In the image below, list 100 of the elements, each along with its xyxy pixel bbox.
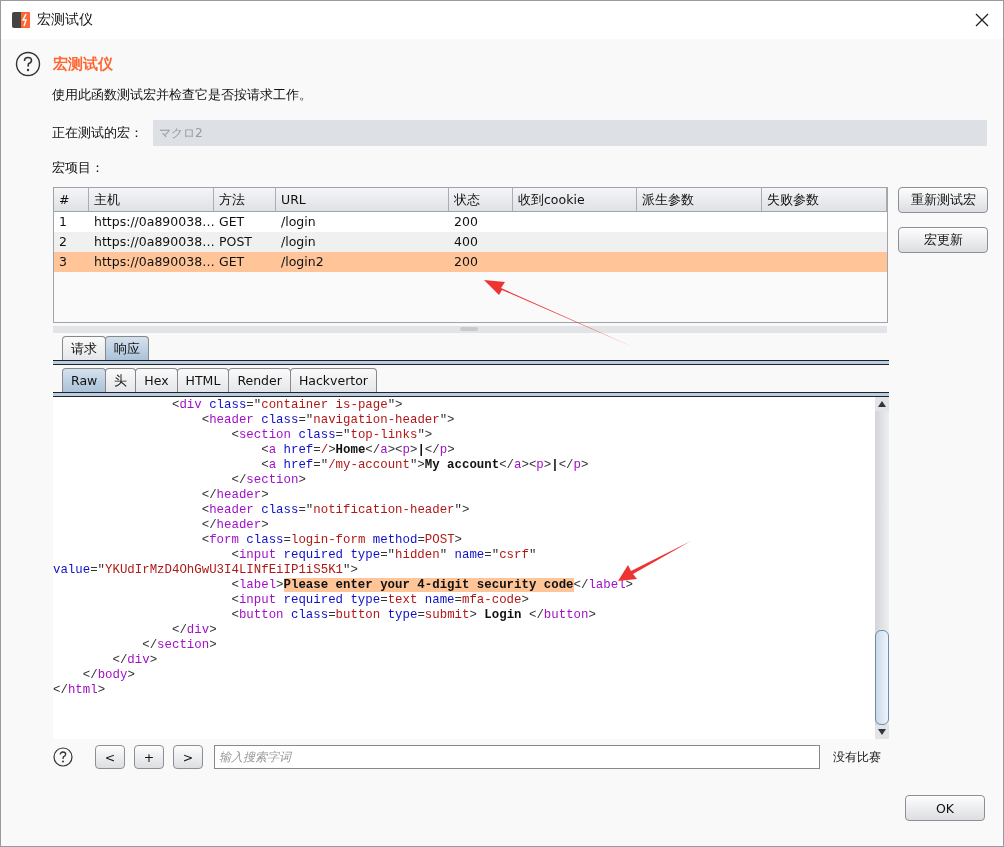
code-punctuation: =" [298,413,314,427]
close-icon[interactable] [975,13,989,27]
column-header[interactable]: 主机 [89,188,214,211]
field-label: 正在测试的宏： [52,124,143,142]
column-header[interactable]: 收到cookie [513,188,637,211]
column-header[interactable]: 派生参数 [637,188,762,211]
column-header[interactable]: # [54,188,89,211]
app-icon [11,10,31,30]
code-punctuation: > [149,653,158,667]
column-header[interactable]: URL [276,188,449,211]
code-punctuation: </ [527,608,544,622]
tab[interactable]: 头 [105,368,137,392]
code-punctuation: = [313,443,321,457]
scroll-down-icon[interactable] [875,725,889,739]
code-punctuation: </ [81,668,98,682]
code-text: My account [424,458,500,472]
code-punctuation: </ [558,458,574,472]
table-cell-text: /login [280,233,317,251]
match-status: 没有比赛 [833,748,881,766]
code-punctuation: > [328,443,336,457]
search-field[interactable]: 输入搜索字词 [214,745,820,769]
code-punctuation: > [127,668,135,682]
code-punctuation: </ [573,578,589,592]
code-punctuation: > [454,533,462,547]
highlighted-text: Please enter your 4-digit security code [283,578,574,592]
scroll-thumb[interactable] [875,630,889,725]
code-value: / [320,443,329,457]
ok-button[interactable]: OK [905,795,985,821]
table-row[interactable]: 1 https://0a890038… GET /login 200 [54,212,887,232]
tab[interactable]: 请求 [62,336,106,360]
code-tag: div [186,623,210,637]
code-punctuation: > [447,443,455,457]
table-cell-text: https://0a890038… [93,213,214,231]
code-punctuation: > [409,443,418,457]
table-row[interactable]: 2 https://0a890038… POST /login 400 [54,232,887,252]
code-tag: header [216,488,262,502]
search-nav-button[interactable]: > [173,745,203,769]
code-attribute: class [260,503,299,517]
code-punctuation: "> [439,413,455,427]
code-punctuation: >< [387,443,403,457]
code-value: container is-page [261,398,388,412]
column-header[interactable]: 状态 [449,188,513,211]
help-icon[interactable] [15,51,41,77]
code-punctuation: > [521,593,529,607]
column-header[interactable]: 方法 [214,188,276,211]
tab[interactable]: Hackvertor [289,368,377,392]
code-attribute: type [386,608,418,622]
table-cell-text: https://0a890038… [93,253,214,271]
table-row[interactable]: 3 https://0a890038… GET /login2 200 [54,252,887,272]
description-text: 使用此函数测试宏并检查它是否按请求工作。 [52,87,313,104]
code-punctuation: < [230,578,239,592]
tab[interactable]: 响应 [105,336,149,360]
code-punctuation: </ [499,458,515,472]
code-attribute: value [53,563,91,577]
macro-button[interactable]: 宏更新 [898,227,988,253]
code-punctuation: =" [246,398,262,412]
column-header[interactable]: 失败参数 [762,188,887,211]
table-cell-text: GET [218,213,246,231]
code-value: YKUdIrMzD4OhGwU3I4LINfEiIP1iS5K1 [105,563,343,577]
code-text: | [551,458,559,472]
search-nav-button[interactable]: < [95,745,125,769]
code-attribute: class [289,608,329,622]
help-icon[interactable] [53,747,73,767]
code-tag: form [209,533,239,547]
code-tag: p [536,458,544,472]
code-punctuation: =" [313,458,329,472]
code-tag: header [216,518,262,532]
code-punctuation: = [283,533,291,547]
code-punctuation: < [230,608,239,622]
code-punctuation: > [261,518,269,532]
code-punctuation: >< [521,458,537,472]
scroll-up-icon[interactable] [875,397,889,411]
code-tag: input [238,548,277,562]
tab[interactable]: Render [228,368,291,392]
scrollbar[interactable] [875,397,889,739]
code-punctuation: "> [454,503,470,517]
tab[interactable]: HTML [176,368,230,392]
code-tag: header [209,503,254,517]
macro-button[interactable]: 重新测试宏 [898,187,988,213]
tab[interactable]: Raw [62,368,107,392]
search-nav-button[interactable]: + [134,745,164,769]
tab[interactable]: Hex [135,368,178,392]
code-value: submit [424,608,470,622]
code-tag: input [238,593,277,607]
code-tag: p [402,443,410,457]
code-tag: section [238,428,291,442]
code-value: /my-account [328,458,410,472]
code-attribute: class [260,413,299,427]
code-tag: button [238,608,284,622]
code-value: csrf [499,548,529,562]
code-value: navigation-header [313,413,440,427]
code-punctuation: "> [417,428,433,442]
code-value: hidden [395,548,440,562]
code-punctuation: < [170,398,180,412]
table-cell-text: GET [218,253,246,271]
code-tag: label [588,578,626,592]
code-punctuation: </ [111,653,128,667]
code-punctuation: =" [90,563,106,577]
table-cell-text: /login2 [280,253,325,271]
code-punctuation: > [625,578,633,592]
